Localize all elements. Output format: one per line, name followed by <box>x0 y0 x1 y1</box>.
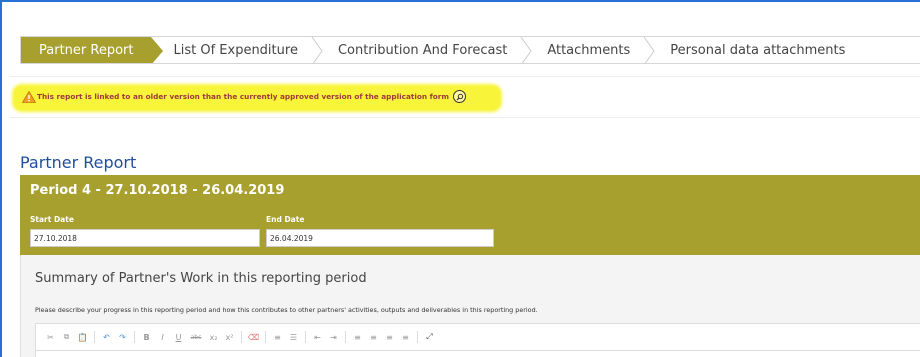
bulleted-list-icon[interactable]: ☰ <box>287 333 300 342</box>
undo-icon[interactable]: ↶ <box>100 333 113 342</box>
toolbar-divider <box>134 331 135 343</box>
italic-icon[interactable]: I <box>156 333 169 342</box>
indent-icon[interactable]: ⇥ <box>327 333 340 342</box>
summary-section: Summary of Partner's Work in this report… <box>20 255 920 357</box>
end-date-field[interactable] <box>266 229 494 247</box>
warning-triangle-icon <box>22 90 36 103</box>
align-left-icon[interactable]: ≡ <box>351 333 364 342</box>
toolbar-divider <box>241 331 242 343</box>
remove-format-icon[interactable]: ⌫ <box>247 333 260 342</box>
toolbar-divider <box>265 331 266 343</box>
magnifier-icon[interactable] <box>453 90 466 103</box>
chevron-right-icon <box>643 37 655 63</box>
start-date-field[interactable] <box>30 229 260 247</box>
breadcrumb-tabs: Partner Report List Of Expenditure Contr… <box>20 36 920 64</box>
app-frame: Partner Report List Of Expenditure Contr… <box>0 0 920 357</box>
warning-text: This report is linked to an older versio… <box>37 92 449 101</box>
page-title: Partner Report <box>20 153 137 172</box>
toolbar-divider <box>417 331 418 343</box>
summary-description: Please describe your progress in this re… <box>35 306 538 314</box>
tab-label: List Of Expenditure <box>173 42 298 58</box>
chevron-right-icon <box>520 37 532 63</box>
editor-toolbar: ✂ ⧉ 📋 ↶ ↷ B I U abc x₂ x² ⌫ ≡ ☰ ⇤ ⇥ ≡ ≡ … <box>35 323 920 351</box>
outdent-icon[interactable]: ⇤ <box>311 333 324 342</box>
bold-icon[interactable]: B <box>140 333 153 342</box>
toolbar-divider <box>345 331 346 343</box>
start-date-label: Start Date <box>30 215 74 224</box>
toolbar-divider <box>305 331 306 343</box>
paste-icon[interactable]: 📋 <box>76 333 89 342</box>
tab-label: Partner Report <box>39 42 134 58</box>
summary-title: Summary of Partner's Work in this report… <box>35 271 367 286</box>
align-right-icon[interactable]: ≡ <box>383 333 396 342</box>
strikethrough-icon[interactable]: abc <box>188 334 204 341</box>
maximize-icon[interactable]: ⤢ <box>423 332 436 342</box>
cut-icon[interactable]: ✂ <box>44 333 57 342</box>
summary-editor[interactable] <box>35 351 920 357</box>
tab-partner-report[interactable]: Partner Report <box>21 37 165 63</box>
end-date-label: End Date <box>266 215 305 224</box>
tab-label: Personal data attachments <box>670 42 846 58</box>
underline-icon[interactable]: U <box>172 333 185 342</box>
copy-icon[interactable]: ⧉ <box>60 332 73 342</box>
period-title: Period 4 - 27.10.2018 - 26.04.2019 <box>30 183 285 198</box>
superscript-icon[interactable]: x² <box>223 333 236 342</box>
toolbar-divider <box>94 331 95 343</box>
warning-message: This report is linked to an older versio… <box>22 90 466 103</box>
numbered-list-icon[interactable]: ≡ <box>271 333 284 342</box>
align-center-icon[interactable]: ≡ <box>367 333 380 342</box>
tab-label: Contribution And Forecast <box>337 42 508 58</box>
tab-personal-data-attachments[interactable]: Personal data attachments <box>648 37 863 63</box>
justify-icon[interactable]: ≡ <box>399 333 412 342</box>
tab-list-of-expenditure[interactable]: List Of Expenditure <box>151 37 323 63</box>
subscript-icon[interactable]: x₂ <box>207 333 220 342</box>
tab-attachments[interactable]: Attachments <box>525 37 655 63</box>
chevron-right-icon <box>311 37 323 63</box>
tab-contribution-and-forecast[interactable]: Contribution And Forecast <box>316 37 532 63</box>
redo-icon[interactable]: ↷ <box>116 333 129 342</box>
period-panel: Period 4 - 27.10.2018 - 26.04.2019 Start… <box>20 175 920 255</box>
tab-label: Attachments <box>547 42 631 58</box>
warning-bar: This report is linked to an older versio… <box>10 76 920 118</box>
